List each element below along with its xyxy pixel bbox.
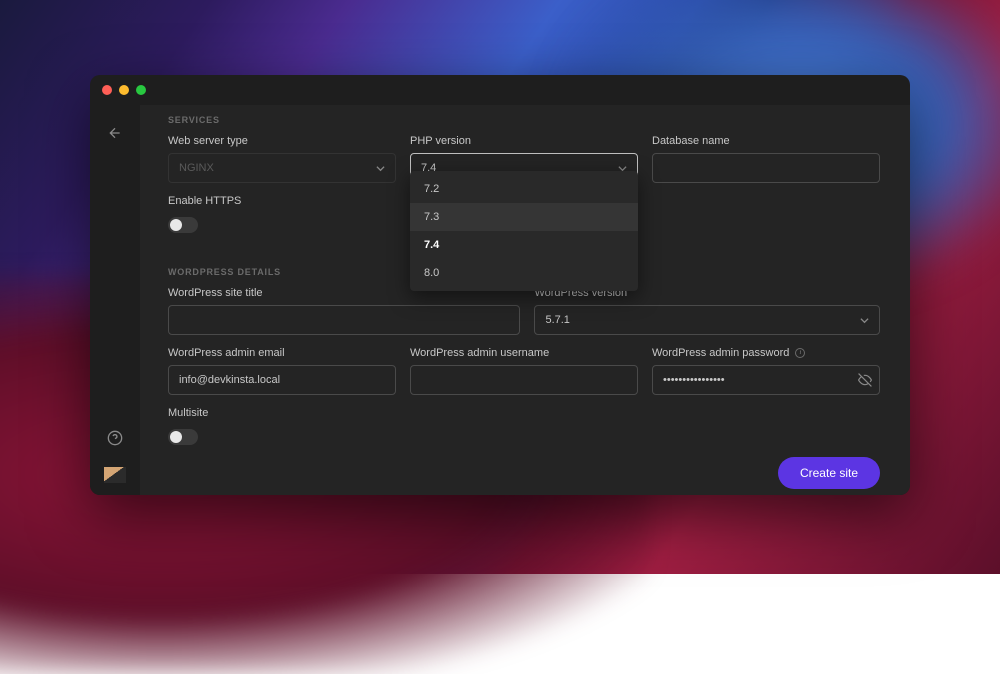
sidebar-thumbnail[interactable] — [104, 467, 126, 483]
titlebar — [90, 75, 910, 105]
info-icon[interactable]: i — [795, 348, 805, 358]
multisite-toggle[interactable] — [168, 429, 198, 445]
dbname-input[interactable] — [652, 153, 880, 183]
wp-user-label: WordPress admin username — [410, 347, 638, 359]
php-option[interactable]: 7.2 — [410, 175, 638, 203]
section-services-label: SERVICES — [168, 115, 880, 125]
window-minimize-button[interactable] — [119, 85, 129, 95]
webserver-value: NGINX — [179, 162, 214, 174]
help-icon[interactable] — [107, 430, 123, 451]
php-label: PHP version — [410, 135, 638, 147]
wp-version-select[interactable]: 5.7.1 — [534, 305, 880, 335]
wp-version-value: 5.7.1 — [545, 314, 569, 326]
webserver-label: Web server type — [168, 135, 396, 147]
chevron-down-icon — [376, 164, 385, 173]
wp-email-label: WordPress admin email — [168, 347, 396, 359]
php-option[interactable]: 7.3 — [410, 203, 638, 231]
webserver-select[interactable]: NGINX — [168, 153, 396, 183]
app-window: SERVICES Web server type NGINX PHP versi… — [90, 75, 910, 495]
php-dropdown: 7.2 7.3 7.4 8.0 — [410, 171, 638, 291]
back-button[interactable] — [107, 125, 123, 146]
wp-pass-input[interactable] — [652, 365, 880, 395]
wp-user-input[interactable] — [410, 365, 638, 395]
window-maximize-button[interactable] — [136, 85, 146, 95]
wp-title-input[interactable] — [168, 305, 520, 335]
window-close-button[interactable] — [102, 85, 112, 95]
dbname-label: Database name — [652, 135, 880, 147]
php-option[interactable]: 7.4 — [410, 231, 638, 259]
eye-off-icon[interactable] — [858, 373, 872, 387]
create-site-button[interactable]: Create site — [778, 457, 880, 489]
main-panel: SERVICES Web server type NGINX PHP versi… — [140, 105, 910, 495]
multisite-label: Multisite — [168, 407, 208, 419]
https-label: Enable HTTPS — [168, 195, 241, 207]
https-toggle[interactable] — [168, 217, 198, 233]
wp-pass-label: WordPress admin password i — [652, 347, 880, 359]
chevron-down-icon — [860, 316, 869, 325]
sidebar — [90, 105, 140, 495]
wp-email-input[interactable] — [168, 365, 396, 395]
php-option[interactable]: 8.0 — [410, 259, 638, 287]
